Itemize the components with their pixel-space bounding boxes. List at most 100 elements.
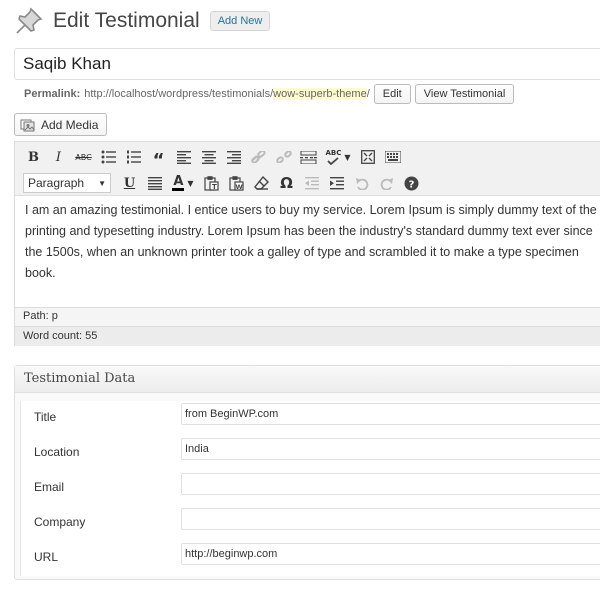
add-media-button[interactable]: Add Media bbox=[14, 113, 108, 136]
title-field-label: Title bbox=[34, 410, 57, 424]
format-select[interactable]: Paragraph ▼ bbox=[23, 173, 111, 193]
help-button[interactable]: ? bbox=[401, 173, 422, 193]
meta-box-fields: Title Location Email Company URL bbox=[20, 401, 600, 576]
word-count-bar: Word count: 55 bbox=[15, 326, 600, 346]
numbered-list-button[interactable] bbox=[123, 147, 144, 167]
add-new-button[interactable]: Add New bbox=[209, 11, 271, 31]
media-icon bbox=[20, 118, 36, 132]
company-field-label: Company bbox=[34, 515, 86, 529]
path-value[interactable]: p bbox=[52, 310, 58, 322]
align-center-icon bbox=[201, 150, 216, 164]
text-color-button[interactable]: A ▼ bbox=[169, 173, 197, 193]
edit-permalink-button[interactable]: Edit bbox=[373, 84, 411, 104]
undo-button[interactable] bbox=[351, 173, 372, 193]
word-count-label: Word count: bbox=[23, 330, 83, 342]
fullscreen-button[interactable] bbox=[357, 147, 378, 167]
italic-button[interactable]: I bbox=[48, 147, 69, 167]
undo-icon bbox=[355, 177, 368, 190]
justify-icon bbox=[147, 176, 162, 190]
strikethrough-button[interactable]: ABC bbox=[73, 147, 94, 167]
kitchen-sink-button[interactable] bbox=[382, 147, 403, 167]
paste-text-icon: T bbox=[204, 175, 219, 191]
text-color-icon: A bbox=[172, 173, 185, 191]
link-icon bbox=[250, 151, 266, 163]
post-title-input[interactable] bbox=[14, 48, 600, 80]
fullscreen-icon bbox=[360, 150, 375, 164]
format-select-value: Paragraph bbox=[28, 176, 85, 190]
page-title: Edit Testimonial bbox=[53, 9, 200, 32]
underline-button[interactable]: U bbox=[119, 173, 140, 193]
meta-box-title[interactable]: Testimonial Data bbox=[15, 366, 600, 393]
svg-text:?: ? bbox=[409, 179, 415, 190]
outdent-button[interactable] bbox=[301, 173, 322, 193]
svg-text:T: T bbox=[212, 183, 217, 191]
url-field-input[interactable] bbox=[181, 543, 600, 565]
testimonial-data-box: Testimonial Data Title Location Email Co… bbox=[14, 365, 600, 580]
align-left-icon bbox=[176, 150, 191, 164]
bulleted-list-button[interactable] bbox=[98, 147, 119, 167]
blockquote-button[interactable]: “ bbox=[148, 147, 169, 171]
insert-more-button[interactable] bbox=[298, 147, 319, 167]
content-editor: B I ABC “ ABC ▼ Paragraph ▼ U A ▼ T W Ω … bbox=[14, 141, 600, 346]
redo-icon bbox=[380, 177, 393, 190]
toolbar-row-1: B I ABC “ ABC ▼ bbox=[23, 145, 600, 171]
field-row-title: Title bbox=[21, 401, 600, 436]
clear-formatting-button[interactable] bbox=[251, 173, 272, 193]
numbered-list-icon bbox=[126, 150, 141, 164]
align-left-button[interactable] bbox=[173, 147, 194, 167]
align-right-icon bbox=[226, 150, 241, 164]
path-label: Path: bbox=[23, 310, 49, 322]
permalink-slug[interactable]: wow-superb-theme bbox=[273, 88, 367, 100]
paste-text-button[interactable]: T bbox=[201, 173, 222, 193]
company-field-input[interactable] bbox=[181, 508, 600, 530]
indent-icon bbox=[329, 176, 344, 189]
redo-button[interactable] bbox=[376, 173, 397, 193]
permalink-row: Permalink: http://localhost/wordpress/te… bbox=[24, 84, 515, 104]
word-count-value: 55 bbox=[85, 330, 98, 342]
toolbar-row-2: Paragraph ▼ U A ▼ T W Ω ? bbox=[23, 171, 600, 195]
text-color-dropdown-icon: ▼ bbox=[187, 178, 194, 188]
location-field-label: Location bbox=[34, 445, 80, 459]
special-character-button[interactable]: Ω bbox=[276, 173, 297, 193]
permalink-label: Permalink: bbox=[24, 88, 81, 100]
field-row-url: URL bbox=[21, 541, 600, 576]
location-field-input[interactable] bbox=[181, 438, 600, 460]
field-row-company: Company bbox=[21, 506, 600, 541]
unlink-icon bbox=[275, 151, 292, 163]
insert-link-button[interactable] bbox=[248, 147, 269, 167]
email-field-input[interactable] bbox=[181, 473, 600, 495]
remove-link-button[interactable] bbox=[273, 147, 294, 167]
paste-word-icon: W bbox=[229, 175, 244, 191]
bulleted-list-icon bbox=[101, 150, 116, 164]
svg-text:W: W bbox=[236, 183, 243, 191]
field-row-email: Email bbox=[21, 471, 600, 506]
eraser-icon bbox=[254, 176, 269, 190]
add-media-label: Add Media bbox=[41, 117, 99, 132]
indent-button[interactable] bbox=[326, 173, 347, 193]
help-icon: ? bbox=[404, 176, 419, 190]
page-header: Edit Testimonial Add New bbox=[14, 4, 271, 38]
spellcheck-button[interactable]: ABC ▼ bbox=[323, 147, 353, 167]
bold-button[interactable]: B bbox=[23, 147, 44, 167]
text-color-swatch bbox=[172, 187, 185, 191]
chevron-down-icon: ▼ bbox=[98, 178, 106, 188]
editor-content[interactable]: I am an amazing testimonial. I entice us… bbox=[15, 196, 600, 307]
permalink-trailing: / bbox=[366, 88, 370, 100]
align-right-button[interactable] bbox=[223, 147, 244, 167]
kitchen-sink-icon bbox=[384, 151, 401, 163]
field-row-location: Location bbox=[21, 436, 600, 471]
paste-word-button[interactable]: W bbox=[226, 173, 247, 193]
align-center-button[interactable] bbox=[198, 147, 219, 167]
permalink-base-url[interactable]: http://localhost/wordpress/testimonials/ bbox=[84, 88, 273, 100]
view-testimonial-button[interactable]: View Testimonial bbox=[414, 84, 515, 104]
spellcheck-icon: ABC bbox=[325, 149, 341, 165]
path-bar: Path: p bbox=[15, 307, 600, 326]
justify-button[interactable] bbox=[144, 173, 165, 193]
outdent-icon bbox=[304, 176, 319, 189]
text-color-glyph: A bbox=[173, 173, 184, 189]
spellcheck-dropdown-icon: ▼ bbox=[344, 152, 351, 162]
title-field-input[interactable] bbox=[181, 403, 600, 425]
spellcheck-glyph: ABC bbox=[325, 149, 342, 157]
editor-toolbar: B I ABC “ ABC ▼ Paragraph ▼ U A ▼ T W Ω … bbox=[15, 142, 600, 196]
pushpin-icon bbox=[14, 6, 44, 36]
